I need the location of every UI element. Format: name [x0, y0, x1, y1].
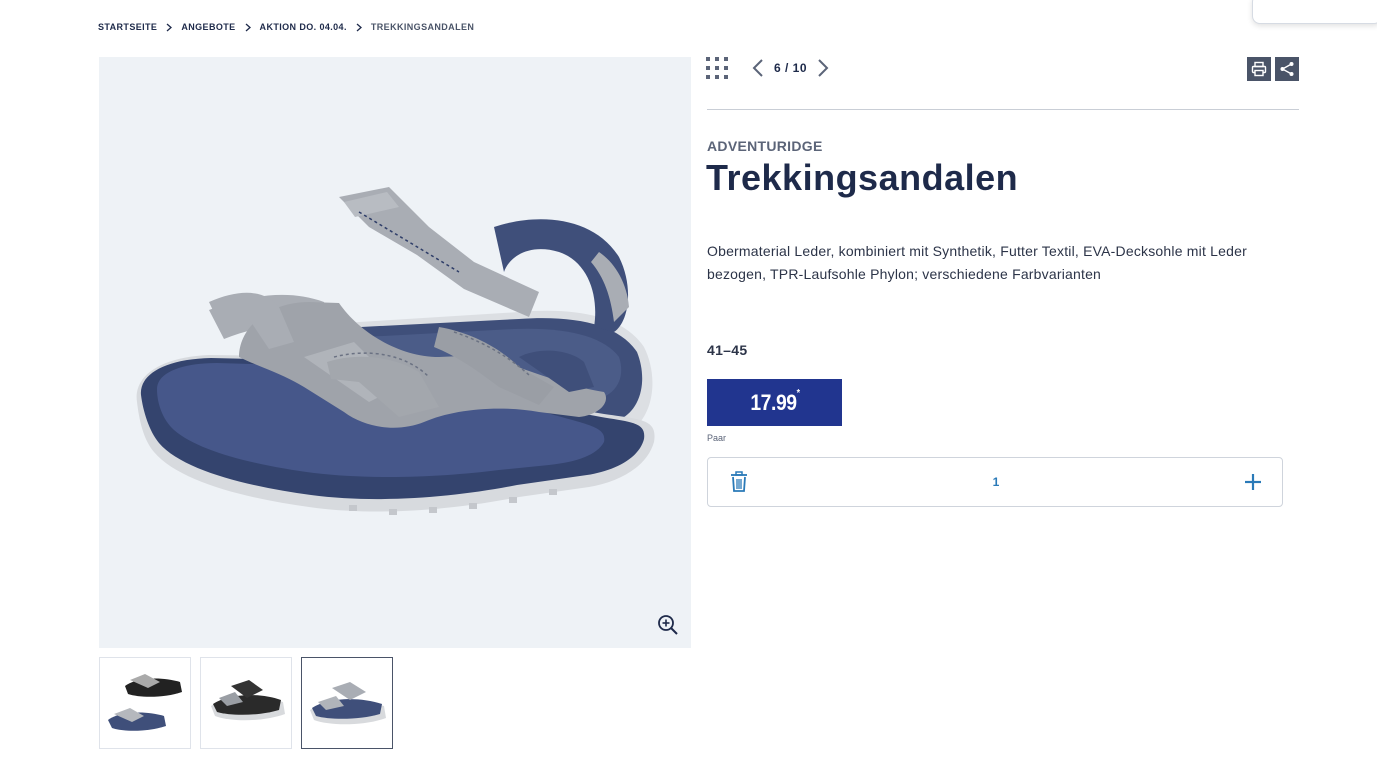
price-value: 17.99	[749, 389, 797, 415]
product-main-image[interactable]	[99, 57, 691, 648]
product-pager: 6 / 10	[706, 55, 833, 81]
product-description: Obermaterial Leder, kombiniert mit Synth…	[707, 243, 1247, 282]
chevron-right-icon[interactable]	[813, 56, 833, 80]
product-brand: ADVENTURIDGE	[707, 138, 823, 154]
sandal-illustration	[136, 187, 655, 515]
zoom-in-icon[interactable]	[657, 614, 679, 636]
breadcrumb-angebote[interactable]: ANGEBOTE	[181, 22, 235, 32]
thumbnail-1[interactable]	[99, 657, 191, 749]
price-label: 17.99*	[749, 387, 800, 416]
price-mark: *	[796, 387, 800, 399]
product-size: 41–45	[707, 342, 748, 358]
grid-icon[interactable]	[706, 56, 730, 80]
page-counter: 6 / 10	[774, 61, 808, 75]
product-title: Trekkingsandalen	[706, 157, 1019, 198]
chevron-left-icon[interactable]	[748, 56, 768, 80]
chevron-right-icon	[165, 22, 173, 32]
thumbnail-strip	[99, 657, 393, 749]
breadcrumb-aktion[interactable]: AKTION DO. 04.04.	[260, 22, 347, 32]
quantity-stepper: 1	[707, 457, 1283, 507]
price-unit: Paar	[707, 433, 727, 443]
chevron-right-icon	[244, 22, 252, 32]
share-icon[interactable]	[1275, 57, 1299, 81]
plus-icon[interactable]	[1242, 471, 1264, 493]
breadcrumb: STARTSEITE ANGEBOTE AKTION DO. 04.04. TR…	[98, 22, 474, 32]
print-icon[interactable]	[1247, 57, 1271, 81]
thumbnail-3[interactable]	[301, 657, 393, 749]
tool-buttons	[1247, 57, 1299, 81]
divider	[707, 109, 1299, 110]
breadcrumb-current: TREKKINGSANDALEN	[370, 22, 475, 32]
breadcrumb-startseite[interactable]: STARTSEITE	[98, 22, 157, 32]
account-popup	[1252, 0, 1377, 24]
quantity-value[interactable]: 1	[993, 475, 1000, 489]
price-box: 17.99*	[707, 379, 842, 426]
trash-icon[interactable]	[728, 471, 750, 493]
thumbnail-2[interactable]	[200, 657, 292, 749]
chevron-right-icon	[355, 22, 363, 32]
